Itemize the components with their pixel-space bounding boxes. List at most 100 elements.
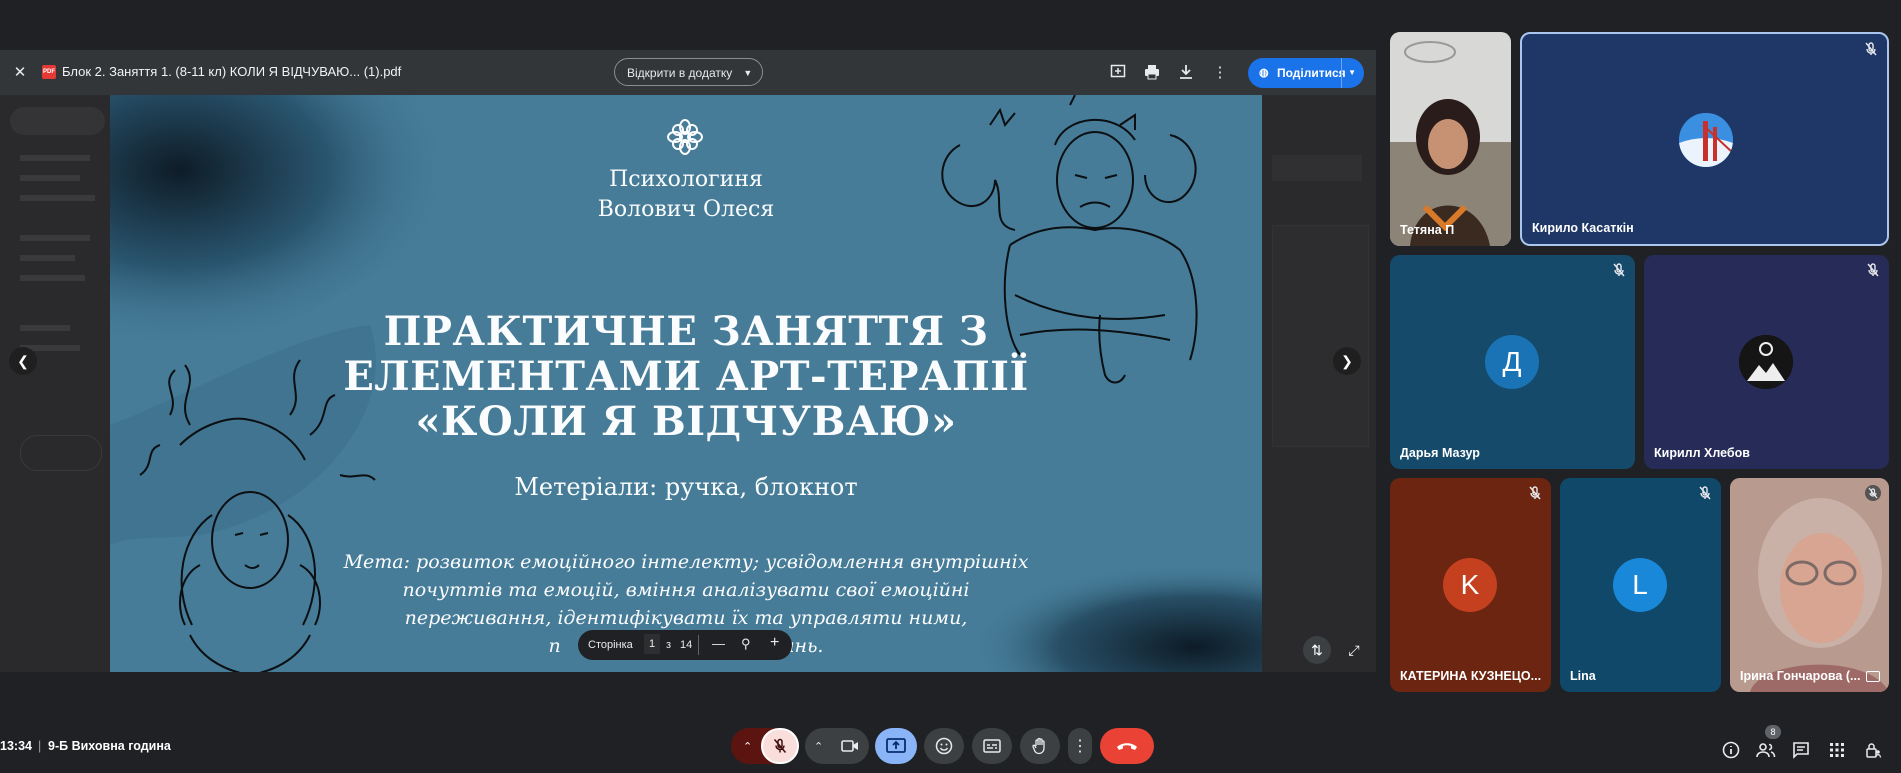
participant-name: Кирило Касаткін [1532,221,1634,235]
meeting-time: 13:34 [0,739,32,753]
hand-icon [1032,737,1045,755]
slide-title-line2: ЕЛЕМЕНТАМИ АРТ-ТЕРАПІЇ [343,353,1029,400]
participant-name: КАТЕРИНА КУЗНЕЦО... [1400,669,1542,683]
background-drive-sidebar [0,95,110,672]
host-controls-button[interactable] [1862,739,1884,761]
chat-icon [1793,742,1809,759]
open-with-label: Відкрити в додатку [627,66,733,80]
globe-icon: ◍ [1259,67,1269,79]
fullscreen-button[interactable]: ⤢ [1340,636,1368,664]
avatar: L [1613,558,1667,612]
next-page-button[interactable]: ❯ [1333,347,1361,375]
pdf-file-icon: PDF [42,65,56,79]
slide-author-line2: Волович Олеся [597,197,775,222]
chevron-down-icon[interactable]: ▼ [1341,58,1356,88]
participant-tile-darya-mazur[interactable]: Д Дарья Мазур [1390,255,1635,469]
participant-name: Кирилл Хлебов [1654,446,1750,460]
close-icon[interactable]: ✕ [6,58,34,86]
open-with-button[interactable]: Відкрити в додатку ▼ [614,58,764,86]
participant-tile-kirill-khlebov[interactable]: Кирилл Хлебов [1644,255,1889,469]
participant-tile-iryna-honcharova[interactable]: Ірина Гончарова (... [1730,478,1889,692]
mic-off-icon [1867,263,1879,277]
mic-off-icon [1613,263,1625,277]
reactions-button[interactable] [924,728,964,764]
participant-video [1390,32,1511,246]
hang-up-icon [1117,743,1137,750]
pdf-toolbar: ✕ PDF Блок 2. Заняття 1. (8-11 кл) КОЛИ … [0,50,1376,95]
presentation-panel: ✕ PDF Блок 2. Заняття 1. (8-11 кл) КОЛИ … [0,50,1376,672]
avatar: Д [1485,335,1539,389]
flower-ornament [667,119,703,155]
participant-tile-kyrylo-kasatkin[interactable]: Кирило Касаткін [1520,32,1889,246]
participant-name: Lina [1570,669,1596,683]
download-icon[interactable] [1172,58,1200,86]
separator: | [38,739,42,753]
mic-off-icon [1865,42,1877,56]
slide-materials: Метеріали: ручка, блокнот [514,473,858,501]
slide-goal-line1: Мета: розвиток емоційного інтелекту; усв… [343,551,1029,573]
meeting-title: 9-Б Виховна година [48,739,171,753]
lock-person-icon [1866,743,1882,758]
page-of-label: з [666,639,672,651]
meeting-info-button[interactable] [1720,739,1742,761]
print-icon[interactable] [1138,58,1166,86]
zoom-icon: ⚲ [741,636,751,651]
camera-icon [841,740,858,752]
divider [698,635,699,655]
raise-hand-button[interactable] [1020,728,1060,764]
more-vert-icon[interactable]: ⋮ [1206,58,1234,86]
participant-video [1730,478,1889,692]
presenting-icon [1866,671,1880,682]
mic-off-icon [1699,486,1711,500]
people-icon [1756,743,1776,758]
apps-grid-icon [1830,743,1844,757]
slide-page: Психологиня Волович Олеся ПРАКТИЧНЕ ЗАНЯ… [110,95,1262,672]
page-total: 14 [680,639,693,651]
pdf-file-name: Блок 2. Заняття 1. (8-11 кл) КОЛИ Я ВІДЧ… [62,64,402,79]
info-icon [1722,741,1740,759]
slide-goal-line2: почуттів та емоцій, вміння аналізувати с… [402,579,970,601]
prev-page-button[interactable]: ❮ [9,347,37,375]
captions-icon [983,739,1001,753]
background-drive-panel [1262,95,1376,672]
zoom-in-button[interactable]: + [770,634,779,652]
mic-off-icon [1529,486,1541,500]
share-label: Поділитися [1277,66,1346,80]
present-icon [886,738,906,753]
participant-tile-kateryna[interactable]: K КАТЕРИНА КУЗНЕЦО... [1390,478,1551,692]
camera-button[interactable]: ⌃ [805,728,869,764]
people-button[interactable]: 8 [1755,725,1781,761]
meeting-controls-bar: 13:34 | 9-Б Виховна година ⌃ ⌃ ⋮ 8 [0,712,1901,772]
avatar [1739,335,1793,389]
more-vert-icon: ⋮ [1072,738,1088,755]
mic-off-icon [1865,485,1881,501]
chevron-up-icon: ⌃ [814,740,824,753]
chevron-up-icon: ⌃ [743,740,753,753]
captions-button[interactable] [972,728,1012,764]
swap-layout-button[interactable]: ⇅ [1303,636,1331,664]
avatar: K [1443,558,1497,612]
page-number-input[interactable]: 1 [644,634,660,654]
present-screen-button[interactable] [875,728,917,764]
add-comment-icon[interactable] [1104,58,1132,86]
participant-tile-lina[interactable]: L Lina [1560,478,1721,692]
slide-author-line1: Психологиня [609,167,763,192]
participant-tile-tetiana[interactable]: Тетяна П [1390,32,1511,246]
leave-call-button[interactable] [1100,728,1154,764]
microphone-toggle-button[interactable] [761,728,799,764]
slide-goal-line3: переживання, ідентифікувати їх та управл… [404,607,968,629]
mic-off-icon [773,738,787,753]
participant-name: Дарья Мазур [1400,446,1480,460]
page-label: Сторінка [588,639,633,651]
more-options-button[interactable]: ⋮ [1068,728,1092,764]
emoji-icon [935,737,953,755]
participants-count-badge: 8 [1765,725,1781,739]
zoom-out-button[interactable]: — [712,636,725,651]
activities-button[interactable] [1826,739,1848,761]
chat-button[interactable] [1790,739,1812,761]
share-button[interactable]: ◍ Поділитися ▼ [1248,58,1364,88]
slide-title-line1: ПРАКТИЧНЕ ЗАНЯТТЯ З [383,308,989,355]
page-control: Сторінка 1 з 14 — ⚲ + [578,630,792,660]
participant-name: Ірина Гончарова (... [1740,669,1861,683]
avatar [1679,113,1733,167]
